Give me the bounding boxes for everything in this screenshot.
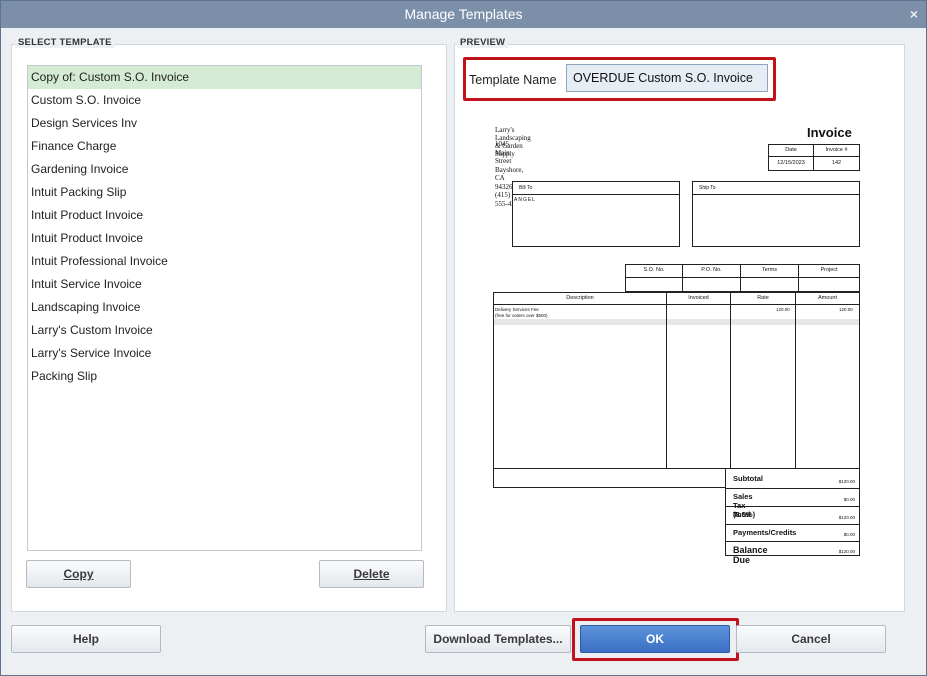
sales-tax-value: $0.00 (843, 497, 855, 502)
payments-label: Payments/Credits (733, 528, 797, 537)
so-header: S.O. No. (643, 267, 665, 273)
terms-header: Terms (762, 267, 777, 273)
copy-button[interactable]: Copy (26, 560, 131, 588)
delete-button-label: Delete (353, 567, 390, 581)
ship-to-box (692, 181, 860, 247)
project-header: Project (820, 267, 838, 273)
total-value: $120.00 (838, 515, 855, 520)
template-list-item[interactable]: Custom S.O. Invoice (28, 89, 421, 112)
date-value: 12/15/2023 (777, 160, 805, 166)
template-list-item[interactable]: Landscaping Invoice (28, 296, 421, 319)
subtotal-label: Subtotal (733, 474, 763, 483)
invoice-title: Invoice (807, 125, 852, 140)
delete-button[interactable]: Delete (319, 560, 424, 588)
line1-description-note: (free for orders over $500) (495, 313, 548, 318)
preview-label: PREVIEW (457, 37, 509, 48)
po-header: P.O. No. (701, 267, 722, 273)
balance-due-label: Balance Due (733, 545, 768, 565)
bill-to-header: Bill To (519, 185, 533, 191)
template-list-item[interactable]: Intuit Product Invoice (28, 227, 421, 250)
template-list[interactable]: Copy of: Custom S.O. Invoice Custom S.O. … (27, 65, 422, 551)
select-template-label: SELECT TEMPLATE (15, 37, 115, 48)
template-list-item[interactable]: Larry's Custom Invoice (28, 319, 421, 342)
line1-rate: 120.00 (776, 307, 790, 312)
invoice-no-value: 142 (831, 160, 842, 166)
col-invoiced: Invoiced (688, 295, 709, 301)
template-list-item[interactable]: Intuit Packing Slip (28, 181, 421, 204)
col-rate: Rate (757, 295, 769, 301)
template-list-item[interactable]: Intuit Product Invoice (28, 204, 421, 227)
help-button[interactable]: Help (11, 625, 161, 653)
template-list-item[interactable]: Intuit Service Invoice (28, 273, 421, 296)
cancel-button[interactable]: Cancel (736, 625, 886, 653)
col-description: Description (566, 295, 594, 301)
template-list-item[interactable]: Finance Charge (28, 135, 421, 158)
download-templates-button[interactable]: Download Templates... (425, 625, 571, 653)
template-list-item[interactable]: Copy of: Custom S.O. Invoice (28, 66, 421, 89)
title-bar: Manage Templates × (1, 1, 926, 28)
invoice-no-header: Invoice # (825, 147, 848, 153)
subtotal-value: $120.00 (838, 479, 855, 484)
ok-button[interactable]: OK (580, 625, 730, 653)
close-icon[interactable]: × (910, 6, 918, 22)
manage-templates-window: Manage Templates × SELECT TEMPLATE Copy … (0, 0, 927, 676)
template-name-label: Template Name (469, 73, 557, 87)
line1-amount: 120.00 (839, 307, 853, 312)
bill-to-value: ANGEL (514, 197, 536, 203)
window-title: Manage Templates (404, 6, 523, 22)
total-label: Total (733, 510, 751, 519)
ship-to-header: Ship To (699, 185, 716, 191)
bill-to-box (512, 181, 680, 247)
address-line1: 1045 Main Street (495, 140, 512, 165)
template-list-item[interactable]: Packing Slip (28, 365, 421, 388)
date-header: Date (785, 147, 797, 153)
balance-due-value: $120.00 (838, 549, 855, 554)
payments-value: $0.00 (843, 532, 855, 537)
col-amount: Amount (818, 295, 837, 301)
template-list-item[interactable]: Larry's Service Invoice (28, 342, 421, 365)
line1-description: Delivery Services Fee (495, 307, 539, 312)
template-name-input[interactable]: OVERDUE Custom S.O. Invoice (566, 64, 768, 92)
template-list-item[interactable]: Gardening Invoice (28, 158, 421, 181)
copy-button-label: Copy (63, 567, 94, 581)
template-list-item[interactable]: Design Services Inv (28, 112, 421, 135)
template-list-item[interactable]: Intuit Professional Invoice (28, 250, 421, 273)
